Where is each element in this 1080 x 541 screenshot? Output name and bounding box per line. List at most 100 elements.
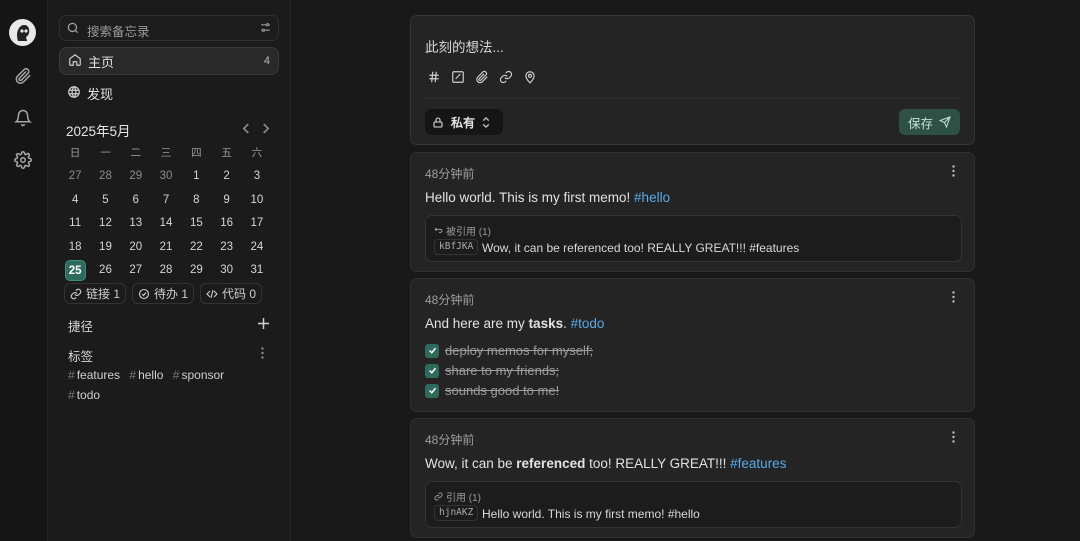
checkbox-checked-icon[interactable] bbox=[425, 343, 439, 358]
filter-sliders-icon[interactable] bbox=[259, 21, 272, 37]
calendar-day[interactable]: 9 bbox=[211, 194, 241, 206]
calendar-day[interactable]: 27 bbox=[121, 264, 151, 276]
calendar-day[interactable]: 12 bbox=[90, 217, 120, 229]
calendar-day[interactable]: 2 bbox=[211, 170, 241, 182]
location-pin-icon[interactable] bbox=[521, 68, 539, 86]
calendar-day[interactable]: 18 bbox=[60, 241, 90, 253]
calendar-day[interactable]: 28 bbox=[90, 170, 120, 182]
task-item[interactable]: deploy memos for myself; bbox=[425, 343, 593, 358]
calendar-weekday-row: 日一二三四五六 bbox=[60, 141, 281, 165]
calendar-next-icon[interactable] bbox=[258, 120, 272, 136]
calendar-day[interactable]: 15 bbox=[181, 217, 211, 229]
checkbox-checked-icon[interactable] bbox=[425, 383, 439, 398]
calendar-day[interactable]: 26 bbox=[90, 264, 120, 276]
tag-item[interactable]: # features bbox=[68, 365, 120, 385]
calendar-prev-icon[interactable] bbox=[239, 120, 253, 136]
calendar-day[interactable]: 29 bbox=[181, 264, 211, 276]
task-item[interactable]: share to my friends; bbox=[425, 363, 559, 378]
hash-tag-icon[interactable] bbox=[425, 68, 443, 86]
search-icon bbox=[66, 21, 80, 38]
reference-id: kBfJKA bbox=[434, 239, 479, 255]
link-insert-icon[interactable] bbox=[497, 68, 515, 86]
calendar-day[interactable]: 30 bbox=[151, 170, 181, 182]
calendar-day[interactable]: 14 bbox=[151, 217, 181, 229]
calendar-day[interactable]: 5 bbox=[90, 194, 120, 206]
add-shortcut-plus-icon[interactable] bbox=[258, 317, 269, 332]
settings-gear-icon[interactable] bbox=[12, 149, 34, 171]
sidebar: 搜索备忘录 主页 4 发现 2025年5月 日一二三四五六 27 28 29 30 1 2 3… bbox=[49, 0, 291, 541]
nav-home-label: 主页 bbox=[88, 54, 115, 70]
memo-text: Hello world. This is my first memo! bbox=[425, 190, 635, 205]
reference-header: 被引用 (1) bbox=[434, 223, 491, 238]
stat-todo[interactable]: 待办 1 bbox=[132, 283, 195, 304]
memo-tag-link[interactable]: #todo bbox=[571, 316, 605, 331]
calendar-day[interactable]: 16 bbox=[211, 217, 241, 229]
calendar-day[interactable]: 11 bbox=[60, 217, 90, 229]
save-button[interactable]: 保存 bbox=[899, 109, 960, 135]
reference-label: 引用 (1) bbox=[446, 493, 481, 504]
checkbox-checked-icon[interactable] bbox=[425, 363, 439, 378]
memo-text: And here are my bbox=[425, 316, 529, 331]
attachment-icon[interactable] bbox=[12, 65, 34, 87]
calendar-day[interactable]: 1 bbox=[181, 170, 211, 182]
calendar-day[interactable]: 6 bbox=[121, 194, 151, 206]
memo-bold-text: referenced bbox=[516, 456, 586, 471]
stat-code[interactable]: 代码 0 bbox=[200, 283, 263, 304]
memo-bold-text: tasks bbox=[528, 316, 564, 331]
calendar-day[interactable]: 13 bbox=[121, 217, 151, 229]
stat-links[interactable]: 链接 1 bbox=[64, 283, 127, 304]
calendar-day[interactable]: 20 bbox=[121, 241, 151, 253]
tag-item[interactable]: # sponsor bbox=[173, 365, 224, 385]
memo-tag-link[interactable]: #features bbox=[730, 456, 786, 471]
tags-more-icon[interactable] bbox=[261, 347, 264, 362]
calendar-today-badge: 25 bbox=[64, 259, 86, 281]
attach-paperclip-icon[interactable] bbox=[473, 68, 491, 86]
tag-item[interactable]: # todo bbox=[68, 385, 100, 405]
hash-icon: # bbox=[68, 388, 75, 402]
task-item[interactable]: sounds good to me! bbox=[425, 383, 559, 398]
calendar-day[interactable]: 28 bbox=[151, 264, 181, 276]
memo-content: Hello world. This is my first memo! #hel… bbox=[425, 190, 670, 205]
calendar-day[interactable]: 23 bbox=[211, 241, 241, 253]
calendar-day[interactable]: 17 bbox=[242, 217, 272, 229]
calendar-day[interactable]: 22 bbox=[181, 241, 211, 253]
visibility-select[interactable]: 私有 bbox=[425, 109, 503, 135]
bell-icon[interactable] bbox=[12, 107, 34, 129]
app-logo-icon[interactable] bbox=[9, 19, 36, 46]
task-text: deploy memos for myself; bbox=[445, 343, 594, 358]
search-box[interactable]: 搜索备忘录 bbox=[59, 15, 279, 41]
calendar-day[interactable]: 21 bbox=[151, 241, 181, 253]
memo-reference[interactable]: 引用 (1) hjnAKZ Hello world. This is my fi… bbox=[425, 481, 962, 528]
tag-item[interactable]: # hello bbox=[129, 365, 163, 385]
memo-more-icon[interactable] bbox=[952, 431, 960, 445]
calendar-week-row: 27 28 29 30 1 2 3 bbox=[60, 165, 281, 189]
calendar-day[interactable]: 24 bbox=[242, 241, 272, 253]
calendar-day[interactable]: 4 bbox=[60, 194, 90, 206]
calendar-day[interactable]: 30 bbox=[211, 264, 241, 276]
tags-title: 标签 bbox=[68, 350, 94, 364]
globe-icon bbox=[67, 85, 81, 102]
calendar-day[interactable]: 25 bbox=[60, 259, 90, 281]
memo-more-icon[interactable] bbox=[952, 291, 960, 305]
calendar-day[interactable]: 27 bbox=[60, 170, 90, 182]
calendar-day[interactable]: 3 bbox=[242, 170, 272, 182]
chevron-updown-icon bbox=[482, 116, 490, 128]
memo-tag-link[interactable]: #hello bbox=[634, 190, 670, 205]
calendar-day[interactable]: 19 bbox=[90, 241, 120, 253]
memo-card: 48分钟前 Hello world. This is my first memo… bbox=[410, 152, 975, 272]
search-input[interactable]: 搜索备忘录 bbox=[87, 21, 150, 40]
calendar-day[interactable]: 10 bbox=[242, 194, 272, 206]
nav-explore[interactable]: 发现 bbox=[59, 79, 279, 107]
memo-editor-input[interactable]: 此刻的想法... bbox=[425, 36, 504, 56]
checkbox-square-icon[interactable] bbox=[449, 68, 467, 86]
calendar-day[interactable]: 7 bbox=[151, 194, 181, 206]
memo-reference[interactable]: 被引用 (1) kBfJKA Wow, it can be referenced… bbox=[425, 215, 962, 262]
nav-home[interactable]: 主页 4 bbox=[59, 47, 279, 75]
calendar-weekday: 五 bbox=[221, 147, 232, 160]
memo-more-icon[interactable] bbox=[952, 165, 960, 179]
memo-text: too! REALLY GREAT!!! bbox=[585, 456, 731, 471]
home-icon bbox=[68, 53, 82, 70]
calendar-day[interactable]: 29 bbox=[121, 170, 151, 182]
calendar-day[interactable]: 31 bbox=[242, 264, 272, 276]
calendar-day[interactable]: 8 bbox=[181, 194, 211, 206]
